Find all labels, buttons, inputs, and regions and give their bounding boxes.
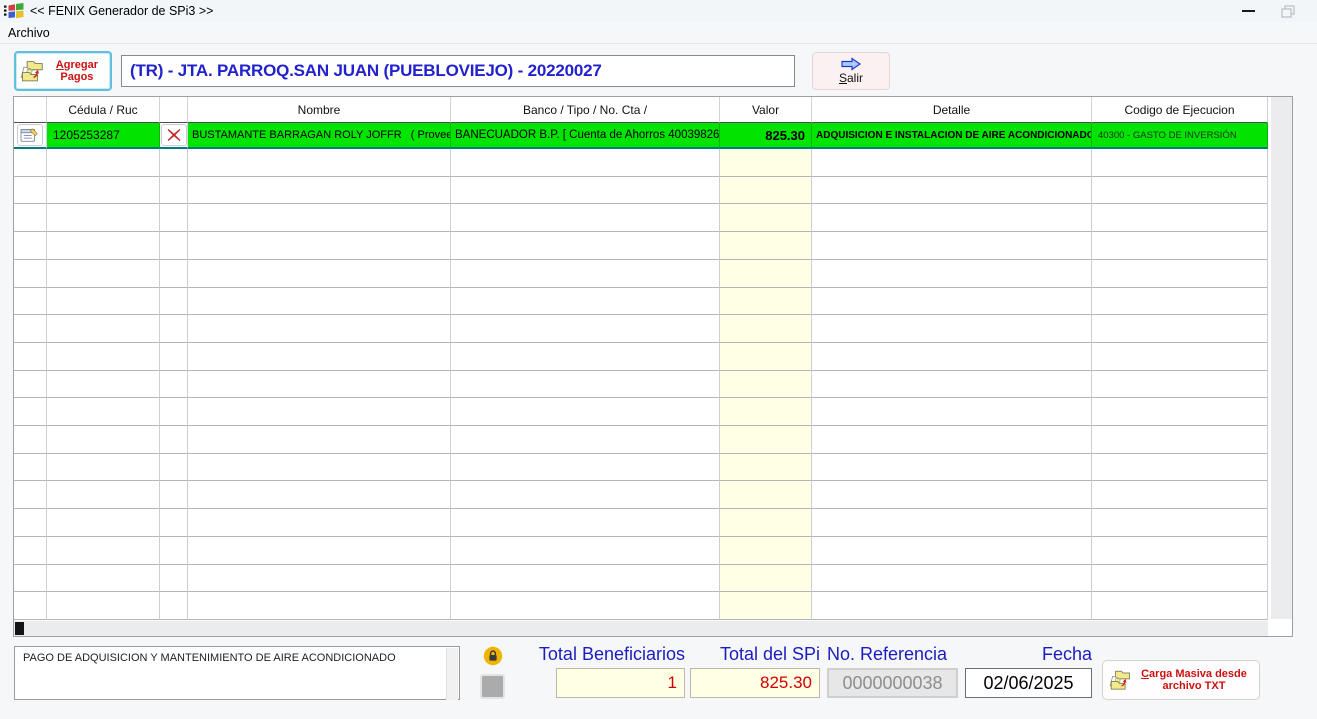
table-row-empty[interactable]: [14, 260, 1268, 288]
cell-codigo: 40300 - GASTO DE INVERSIÓN: [1092, 123, 1268, 149]
cell-banco: BANECUADOR B.P. [ Cuenta de Ahorros 4003…: [451, 123, 720, 149]
total-spi-label: Total del SPi: [640, 644, 820, 665]
table-row-empty[interactable]: [14, 204, 1268, 232]
carga-masiva-label: Carga Masiva desde archivo TXT: [1135, 668, 1253, 692]
delete-x-icon: [167, 128, 181, 142]
table-row-empty[interactable]: [14, 232, 1268, 260]
exit-arrow-icon: [840, 57, 862, 71]
table-row-empty[interactable]: [14, 454, 1268, 482]
edit-row-button[interactable]: [17, 124, 43, 146]
salir-button[interactable]: Salir: [812, 52, 890, 90]
table-row-empty[interactable]: [14, 371, 1268, 399]
carga-masiva-button[interactable]: Carga Masiva desde archivo TXT: [1102, 660, 1260, 700]
app-windows-logo-icon: [4, 3, 24, 19]
salir-label: Salir: [839, 71, 863, 85]
table-row-empty[interactable]: [14, 426, 1268, 454]
fecha-field[interactable]: 02/06/2025: [965, 668, 1092, 698]
restore-button[interactable]: [1271, 0, 1305, 22]
add-payments-folder-icon: [20, 57, 44, 85]
toolbar: Agregar Pagos (TR) - JTA. PARROQ.SAN JUA…: [0, 44, 1317, 96]
header-cedula[interactable]: Cédula / Ruc: [47, 97, 160, 123]
carga-masiva-folder-icon: [1109, 666, 1131, 694]
horizontal-scrollbar-thumb[interactable]: [15, 622, 24, 635]
header-detalle[interactable]: Detalle: [812, 97, 1092, 123]
table-body-empty: [14, 149, 1268, 620]
table-row-empty[interactable]: [14, 592, 1268, 620]
fecha-label: Fecha: [990, 644, 1092, 665]
header-nombre[interactable]: Nombre: [188, 97, 451, 123]
table-row-empty[interactable]: [14, 288, 1268, 316]
horizontal-scrollbar[interactable]: [14, 620, 1268, 636]
window-title: << FENIX Generador de SPi3 >>: [30, 4, 213, 18]
restore-icon: [1281, 5, 1295, 18]
header-banco[interactable]: Banco / Tipo / No. Cta /: [451, 97, 720, 123]
gray-square-button[interactable]: [480, 674, 505, 699]
table-row-empty[interactable]: [14, 509, 1268, 537]
cell-delete: [160, 123, 188, 149]
menu-archivo[interactable]: Archivo: [0, 26, 58, 40]
payments-table: Cédula / Ruc Nombre Banco / Tipo / No. C…: [13, 96, 1293, 637]
table-header: Cédula / Ruc Nombre Banco / Tipo / No. C…: [14, 97, 1292, 123]
header-icon-col: [14, 97, 47, 123]
descripcion-text: PAGO DE ADQUISICION Y MANTENIMIENTO DE A…: [23, 652, 396, 664]
cell-edit: [14, 123, 47, 149]
table-row-empty[interactable]: [14, 177, 1268, 205]
table-row-empty[interactable]: [14, 343, 1268, 371]
app-window: << FENIX Generador de SPi3 >> Archivo Ag…: [0, 0, 1317, 719]
cell-valor: 825.30: [720, 123, 812, 149]
table-row-empty[interactable]: [14, 315, 1268, 343]
minimize-button[interactable]: [1231, 0, 1265, 22]
agregar-pagos-button[interactable]: Agregar Pagos: [14, 51, 112, 91]
agregar-pagos-label: Agregar Pagos: [48, 59, 106, 83]
total-spi-field: 825.30: [690, 668, 820, 698]
table-row-empty[interactable]: [14, 537, 1268, 565]
header-codigo[interactable]: Codigo de Ejecucion: [1092, 97, 1268, 123]
delete-row-button[interactable]: [161, 124, 187, 146]
title-bar: << FENIX Generador de SPi3 >>: [0, 0, 1317, 22]
table-row-empty[interactable]: [14, 481, 1268, 509]
menu-bar: Archivo: [0, 22, 1317, 44]
vertical-scrollbar[interactable]: [1268, 97, 1292, 619]
descripcion-scrollbar[interactable]: [446, 648, 458, 700]
descripcion-textarea[interactable]: PAGO DE ADQUISICION Y MANTENIMIENTO DE A…: [14, 646, 460, 700]
cell-cedula: 1205253287: [47, 123, 160, 149]
referencia-field: 0000000038: [827, 668, 958, 698]
referencia-label: No. Referencia: [827, 644, 947, 665]
table-row-empty[interactable]: [14, 149, 1268, 177]
table-row-empty[interactable]: [14, 398, 1268, 426]
total-beneficiarios-field: 1: [556, 668, 685, 698]
header-valor[interactable]: Valor: [720, 97, 812, 123]
entity-title-field[interactable]: (TR) - JTA. PARROQ.SAN JUAN (PUEBLOVIEJO…: [121, 55, 795, 87]
cell-detalle: ADQUISICION E INSTALACION DE AIRE ACONDI…: [812, 123, 1092, 149]
table-row-empty[interactable]: [14, 565, 1268, 593]
minimize-icon: [1242, 10, 1255, 12]
edit-form-icon: [20, 126, 40, 144]
cell-nombre: BUSTAMANTE BARRAGAN ROLY JOFFR ( Proveed…: [188, 123, 451, 149]
footer-panel: PAGO DE ADQUISICION Y MANTENIMIENTO DE A…: [0, 637, 1317, 719]
header-delete-col: [160, 97, 188, 123]
table-row-selected[interactable]: 1205253287 BUSTAMANTE BARRAGAN ROLY JOFF…: [14, 123, 1292, 149]
